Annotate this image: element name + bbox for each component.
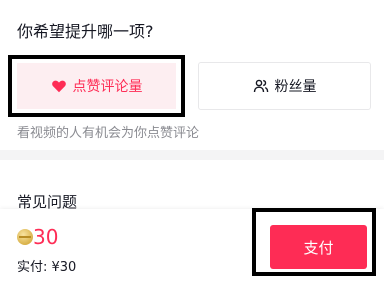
pay-button[interactable]: 支付 — [270, 225, 367, 269]
option-followers[interactable]: 粉丝量 — [198, 62, 371, 110]
users-icon — [253, 78, 269, 94]
hint-text: 看视频的人有机会为你点赞评论 — [17, 126, 200, 141]
price-amount: 30 — [33, 225, 59, 249]
option-label: 点赞评论量 — [72, 79, 143, 95]
page-title: 你希望提升哪一项? — [17, 22, 154, 41]
section-divider — [0, 150, 384, 160]
option-likes-comments[interactable]: 点赞评论量 — [8, 55, 185, 117]
paid-amount: 实付: ¥30 — [17, 260, 77, 275]
heart-icon — [51, 78, 67, 94]
option-likes-comments-inner[interactable]: 点赞评论量 — [17, 63, 176, 109]
coin-icon-detail — [19, 236, 31, 238]
option-label: 粉丝量 — [274, 79, 317, 95]
